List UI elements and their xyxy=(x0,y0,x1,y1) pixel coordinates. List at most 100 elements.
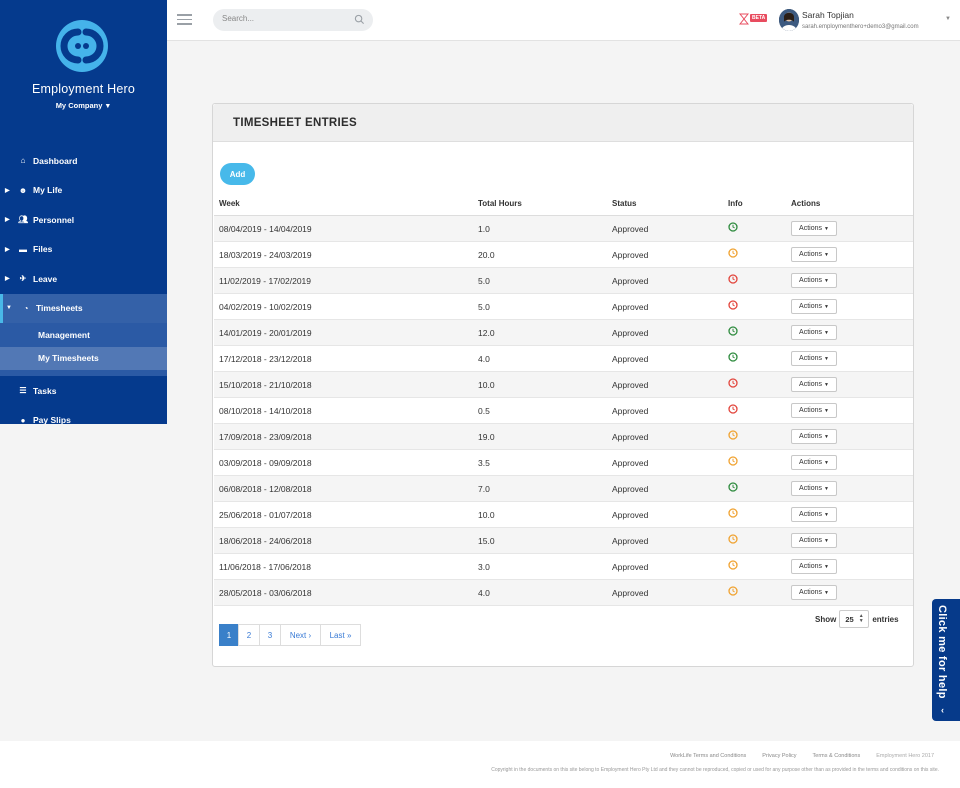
week-cell: 18/06/2018 - 24/06/2018 xyxy=(219,536,312,546)
actions-dropdown-button[interactable]: Actions ▼ xyxy=(791,377,837,392)
footer-note: Copyright in the documents on this site … xyxy=(491,767,939,773)
show-label: Show xyxy=(815,614,837,624)
status-cell: Approved xyxy=(612,328,649,338)
actions-label: Actions xyxy=(799,251,822,258)
week-cell: 03/09/2018 - 09/09/2018 xyxy=(219,458,312,468)
page-3-button[interactable]: 3 xyxy=(259,624,281,646)
page-2-button[interactable]: 2 xyxy=(238,624,260,646)
info-clock-icon[interactable] xyxy=(728,378,738,388)
status-cell: Approved xyxy=(612,250,649,260)
info-clock-icon[interactable] xyxy=(728,300,738,310)
actions-dropdown-button[interactable]: Actions ▼ xyxy=(791,247,837,262)
total-hours-cell: 1.0 xyxy=(478,224,490,234)
info-clock-icon[interactable] xyxy=(728,222,738,232)
actions-dropdown-button[interactable]: Actions ▼ xyxy=(791,559,837,574)
user-name[interactable]: Sarah Topjian xyxy=(802,10,854,20)
info-clock-icon[interactable] xyxy=(728,404,738,414)
footer-link-worklife-terms[interactable]: WorkLife Terms and Conditions xyxy=(670,753,746,759)
column-header-total-hours[interactable]: Total Hours xyxy=(478,199,522,208)
actions-dropdown-button[interactable]: Actions ▼ xyxy=(791,533,837,548)
info-clock-icon[interactable] xyxy=(728,534,738,544)
beta-feature-link[interactable]: BETA xyxy=(739,13,771,25)
user-menu-caret-icon[interactable]: ▼ xyxy=(945,16,951,22)
footer: WorkLife Terms and Conditions Privacy Po… xyxy=(0,741,960,788)
sidebar-subitem-management[interactable]: Management xyxy=(0,323,167,347)
actions-dropdown-button[interactable]: Actions ▼ xyxy=(791,455,837,470)
info-clock-icon[interactable] xyxy=(728,430,738,440)
table-row: 03/09/2018 - 09/09/2018 3.5 Approved Action… xyxy=(214,450,913,476)
actions-dropdown-button[interactable]: Actions ▼ xyxy=(791,299,837,314)
actions-label: Actions xyxy=(799,433,822,440)
sidebar-item-tasks[interactable]: ☰ Tasks xyxy=(0,376,167,406)
status-cell: Approved xyxy=(612,276,649,286)
actions-dropdown-button[interactable]: Actions ▼ xyxy=(791,585,837,600)
avatar[interactable] xyxy=(779,9,799,31)
search-box[interactable] xyxy=(213,9,373,31)
employment-hero-logo[interactable] xyxy=(54,18,110,74)
sidebar-item-personnel[interactable]: ▶ 👥︎ Personnel xyxy=(0,205,167,235)
week-cell: 28/05/2018 - 03/06/2018 xyxy=(219,588,312,598)
caret-down-icon: ▼ xyxy=(824,433,829,440)
table-row: 06/08/2018 - 12/08/2018 7.0 Approved Action… xyxy=(214,476,913,502)
actions-dropdown-button[interactable]: Actions ▼ xyxy=(791,221,837,236)
caret-down-icon: ▼ xyxy=(824,329,829,336)
company-selector[interactable]: My Company ▼ xyxy=(0,101,167,110)
sidebar-item-timesheets[interactable]: ▼ ◔ Timesheets xyxy=(0,293,167,323)
column-header-status[interactable]: Status xyxy=(612,199,636,208)
folder-icon: ▬ xyxy=(19,244,27,254)
entries-select[interactable]: 25 ▲ ▼ xyxy=(839,610,870,628)
info-clock-icon[interactable] xyxy=(728,508,738,518)
footer-links: WorkLife Terms and Conditions Privacy Po… xyxy=(670,753,934,759)
actions-dropdown-button[interactable]: Actions ▼ xyxy=(791,429,837,444)
actions-label: Actions xyxy=(799,485,822,492)
card-title: TIMESHEET ENTRIES xyxy=(233,117,357,129)
info-clock-icon[interactable] xyxy=(728,482,738,492)
status-cell: Approved xyxy=(612,354,649,364)
info-clock-icon[interactable] xyxy=(728,326,738,336)
footer-link-privacy-policy[interactable]: Privacy Policy xyxy=(762,753,796,759)
total-hours-cell: 7.0 xyxy=(478,484,490,494)
list-icon: ☰ xyxy=(19,386,27,396)
help-tab[interactable]: Click me for help ‹ xyxy=(932,599,960,721)
updown-arrows-icon: ▲ ▼ xyxy=(858,613,864,624)
sidebar-item-dashboard[interactable]: ⌂ Dashboard xyxy=(0,146,167,176)
sidebar-item-pay-slips[interactable]: ● Pay Slips xyxy=(0,406,167,424)
sidebar-item-my-life[interactable]: ▶ ☻ My Life xyxy=(0,176,167,206)
table-row: 17/12/2018 - 23/12/2018 4.0 Approved Action… xyxy=(214,346,913,372)
info-clock-icon[interactable] xyxy=(728,456,738,466)
column-header-week[interactable]: Week xyxy=(219,199,240,208)
info-clock-icon[interactable] xyxy=(728,248,738,258)
table-row: 14/01/2019 - 20/01/2019 12.0 Approved Actio… xyxy=(214,320,913,346)
actions-dropdown-button[interactable]: Actions ▼ xyxy=(791,273,837,288)
actions-dropdown-button[interactable]: Actions ▼ xyxy=(791,351,837,366)
sidebar-subitem-my-timesheets[interactable]: My Timesheets xyxy=(0,346,167,370)
caret-down-icon: ▼ xyxy=(824,511,829,518)
sidebar-item-label: Timesheets xyxy=(36,303,83,314)
plane-icon: ✈ xyxy=(19,274,27,284)
info-clock-icon[interactable] xyxy=(728,586,738,596)
actions-dropdown-button[interactable]: Actions ▼ xyxy=(791,325,837,340)
add-button[interactable]: Add xyxy=(220,163,255,185)
card-header: TIMESHEET ENTRIES xyxy=(213,104,913,142)
week-cell: 08/04/2019 - 14/04/2019 xyxy=(219,224,312,234)
clock-icon: ◔ xyxy=(23,303,29,313)
page-1-button[interactable]: 1 xyxy=(219,624,239,646)
info-clock-icon[interactable] xyxy=(728,560,738,570)
actions-dropdown-button[interactable]: Actions ▼ xyxy=(791,403,837,418)
info-clock-icon[interactable] xyxy=(728,274,738,284)
caret-down-icon: ▼ xyxy=(104,103,112,110)
search-input[interactable] xyxy=(222,14,352,23)
entries-value: 25 xyxy=(845,614,854,624)
actions-dropdown-button[interactable]: Actions ▼ xyxy=(791,507,837,522)
sidebar-item-leave[interactable]: ▶ ✈ Leave xyxy=(0,264,167,294)
hamburger-menu-icon[interactable] xyxy=(177,14,192,25)
next-page-button[interactable]: Next › xyxy=(280,624,321,646)
caret-down-icon: ▼ xyxy=(824,407,829,414)
sidebar-item-files[interactable]: ▶ ▬ Files xyxy=(0,235,167,265)
info-clock-icon[interactable] xyxy=(728,352,738,362)
search-icon[interactable] xyxy=(354,14,365,25)
last-page-button[interactable]: Last » xyxy=(320,624,361,646)
actions-dropdown-button[interactable]: Actions ▼ xyxy=(791,481,837,496)
footer-link-terms[interactable]: Terms & Conditions xyxy=(813,753,861,759)
status-cell: Approved xyxy=(612,536,649,546)
